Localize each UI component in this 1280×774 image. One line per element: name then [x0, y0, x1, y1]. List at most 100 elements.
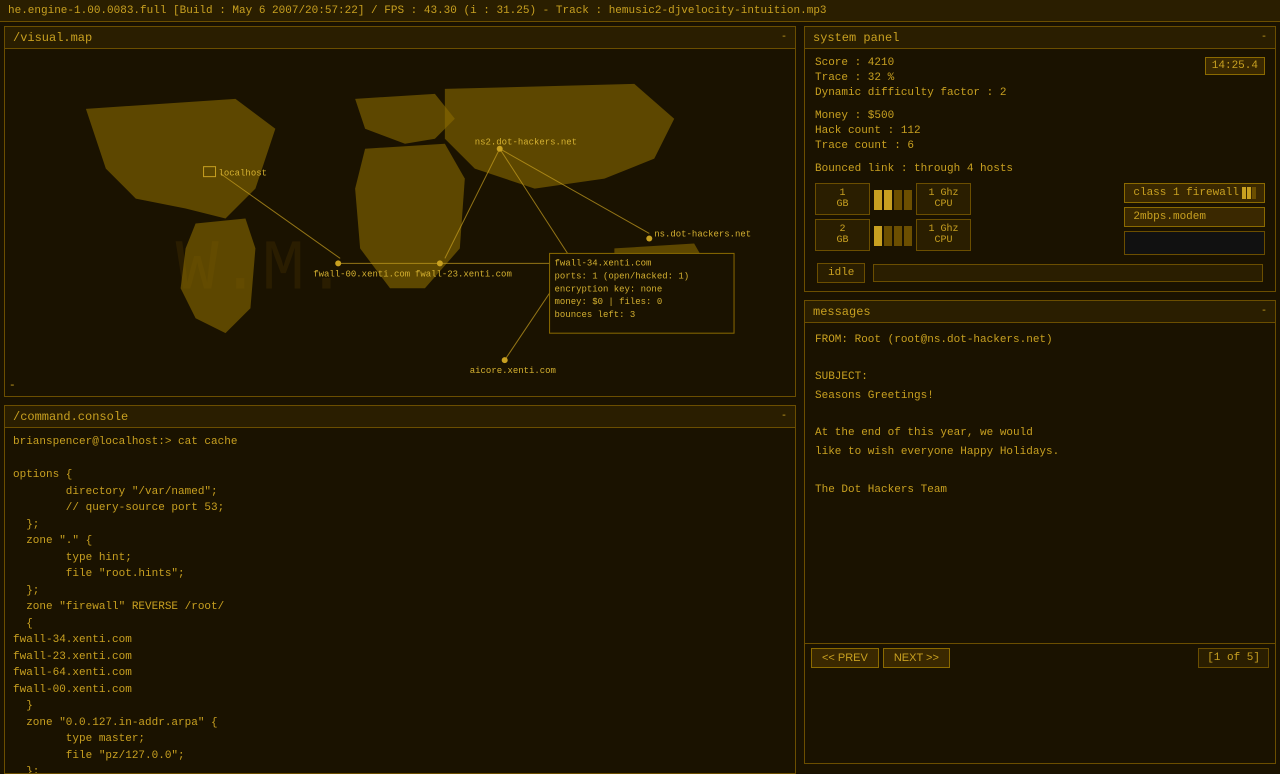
ns-dot — [646, 235, 652, 241]
hw-unit-1-ram: 1 GB — [815, 183, 870, 215]
messages-subject: Seasons Greetings! — [815, 387, 1265, 406]
next-button[interactable]: NEXT >> — [883, 648, 950, 668]
command-console-minimize[interactable]: - — [781, 411, 787, 422]
hw-bar-1-2 — [884, 190, 892, 210]
hw-bar-2-4 — [904, 226, 912, 246]
console-line: file "root.hints"; — [13, 566, 787, 583]
command-console-panel: /command.console - brianspencer@localhos… — [4, 405, 796, 774]
continent-africa — [355, 144, 465, 289]
firewall-button[interactable]: class 1 firewall — [1124, 183, 1265, 203]
map-minus-button[interactable]: - — [9, 380, 16, 392]
title-bar: he.engine-1.00.0083.full [Build : May 6 … — [0, 0, 1280, 22]
console-line: type master; — [13, 731, 787, 748]
console-line: fwall-34.xenti.com — [13, 632, 787, 649]
hardware-section: 1 GB 1 Ghz CPU — [815, 183, 1265, 255]
console-content[interactable]: brianspencer@localhost:> cat cache optio… — [5, 428, 795, 773]
continent-north-america — [86, 99, 275, 219]
ns-label: ns.dot-hackers.net — [654, 229, 751, 239]
visual-map-panel: /visual.map - W.M. — [4, 26, 796, 397]
console-line: zone "." { — [13, 533, 787, 550]
main-layout: /visual.map - W.M. — [0, 22, 1280, 768]
visual-map-header: /visual.map - — [5, 27, 795, 49]
console-line: zone "firewall" REVERSE /root/ — [13, 599, 787, 616]
console-line: }; — [13, 517, 787, 534]
right-column: system panel - Score : 4210 Trace : 32 %… — [800, 22, 1280, 768]
console-line: }; — [13, 583, 787, 600]
score-row: Score : 4210 — [815, 57, 1006, 69]
console-line — [13, 451, 787, 468]
continent-europe — [355, 94, 455, 144]
message-body-line: At the end of this year, we would — [815, 424, 1265, 443]
visual-map-title: /visual.map — [13, 31, 92, 45]
console-line: file "pz/127.0.0"; — [13, 748, 787, 765]
hw-buttons: class 1 firewall 2mbps.modem — [1124, 183, 1265, 255]
message-body-line: The Dot Hackers Team — [815, 481, 1265, 500]
tooltip-title: fwall-34.xenti.com — [555, 258, 652, 268]
aicore-label: aicore.xenti.com — [470, 366, 556, 376]
hw-unit-2-cpu: 1 Ghz CPU — [916, 219, 971, 251]
fwall23-dot — [437, 260, 443, 266]
aicore-dot — [502, 357, 508, 363]
hw-bars-2 — [874, 226, 912, 246]
world-map-svg: W.M. — [5, 49, 795, 396]
console-line: zone "0.0.127.in-addr.arpa" { — [13, 715, 787, 732]
left-column: /visual.map - W.M. — [0, 22, 800, 768]
console-line: fwall-00.xenti.com — [13, 682, 787, 699]
continent-asia — [445, 84, 674, 189]
map-content: W.M. — [5, 49, 795, 396]
console-line: fwall-64.xenti.com — [13, 665, 787, 682]
status-label: idle — [817, 263, 865, 283]
messages-from: FROM: Root (root@ns.dot-hackers.net) — [815, 331, 1265, 350]
hw-bar-1-1 — [874, 190, 882, 210]
messages-title: messages — [813, 305, 871, 319]
hw-unit-2-ram: 2 GB — [815, 219, 870, 251]
console-line: type hint; — [13, 550, 787, 567]
modem-button[interactable]: 2mbps.modem — [1124, 207, 1265, 227]
system-panel-minimize[interactable]: - — [1261, 32, 1267, 43]
status-bar: idle — [815, 263, 1265, 283]
system-panel-header: system panel - — [805, 27, 1275, 49]
fwall00-label: fwall-00.xenti.com — [313, 269, 410, 279]
tooltip-bounces: bounces left: 3 — [555, 310, 636, 320]
money-row: Money : $500 — [815, 110, 1265, 122]
tooltip-encryption: encryption key: none — [555, 284, 663, 294]
localhost-label: localhost — [219, 169, 267, 179]
hw-bars-1 — [874, 190, 912, 210]
command-console-header: /command.console - — [5, 406, 795, 428]
status-progress-bar — [873, 264, 1263, 282]
console-line: }; — [13, 764, 787, 773]
fwall00-dot — [335, 260, 341, 266]
messages-header: messages - — [805, 301, 1275, 323]
hw-unit-1-cpu: 1 Ghz CPU — [916, 183, 971, 215]
messages-content: FROM: Root (root@ns.dot-hackers.net) SUB… — [805, 323, 1275, 643]
console-line: fwall-23.xenti.com — [13, 649, 787, 666]
continent-south-america — [181, 219, 256, 334]
firewall-button-label: class 1 firewall — [1133, 187, 1239, 199]
console-line: directory "/var/named"; — [13, 484, 787, 501]
messages-minimize[interactable]: - — [1261, 306, 1267, 317]
ns2-label: ns2.dot-hackers.net — [475, 138, 577, 148]
prev-button[interactable]: << PREV — [811, 648, 879, 668]
nav-counter: [1 of 5] — [1198, 648, 1269, 668]
hw-bar-1-4 — [904, 190, 912, 210]
console-line: { — [13, 616, 787, 633]
difficulty-row: Dynamic difficulty factor : 2 — [815, 87, 1006, 99]
firewall-indicator — [1242, 187, 1256, 199]
console-line: // query-source port 53; — [13, 500, 787, 517]
messages-body: At the end of this year, we wouldlike to… — [815, 424, 1265, 499]
hw-bar-1-3 — [894, 190, 902, 210]
bounced-row: Bounced link : through 4 hosts — [815, 163, 1265, 175]
tooltip-money: money: $0 | files: 0 — [555, 297, 663, 307]
hw-bar-2-1 — [874, 226, 882, 246]
message-body-line — [815, 462, 1265, 481]
console-line: brianspencer@localhost:> cat cache — [13, 434, 787, 451]
system-panel: system panel - Score : 4210 Trace : 32 %… — [804, 26, 1276, 292]
console-line: } — [13, 698, 787, 715]
messages-nav: << PREV NEXT >> [1 of 5] — [805, 643, 1275, 672]
system-panel-title: system panel — [813, 31, 899, 45]
visual-map-minimize[interactable]: - — [781, 32, 787, 43]
hw-bar-2-2 — [884, 226, 892, 246]
message-body-line: like to wish everyone Happy Holidays. — [815, 443, 1265, 462]
messages-subject-label: SUBJECT: — [815, 368, 1265, 387]
trace-count-row: Trace count : 6 — [815, 140, 1265, 152]
